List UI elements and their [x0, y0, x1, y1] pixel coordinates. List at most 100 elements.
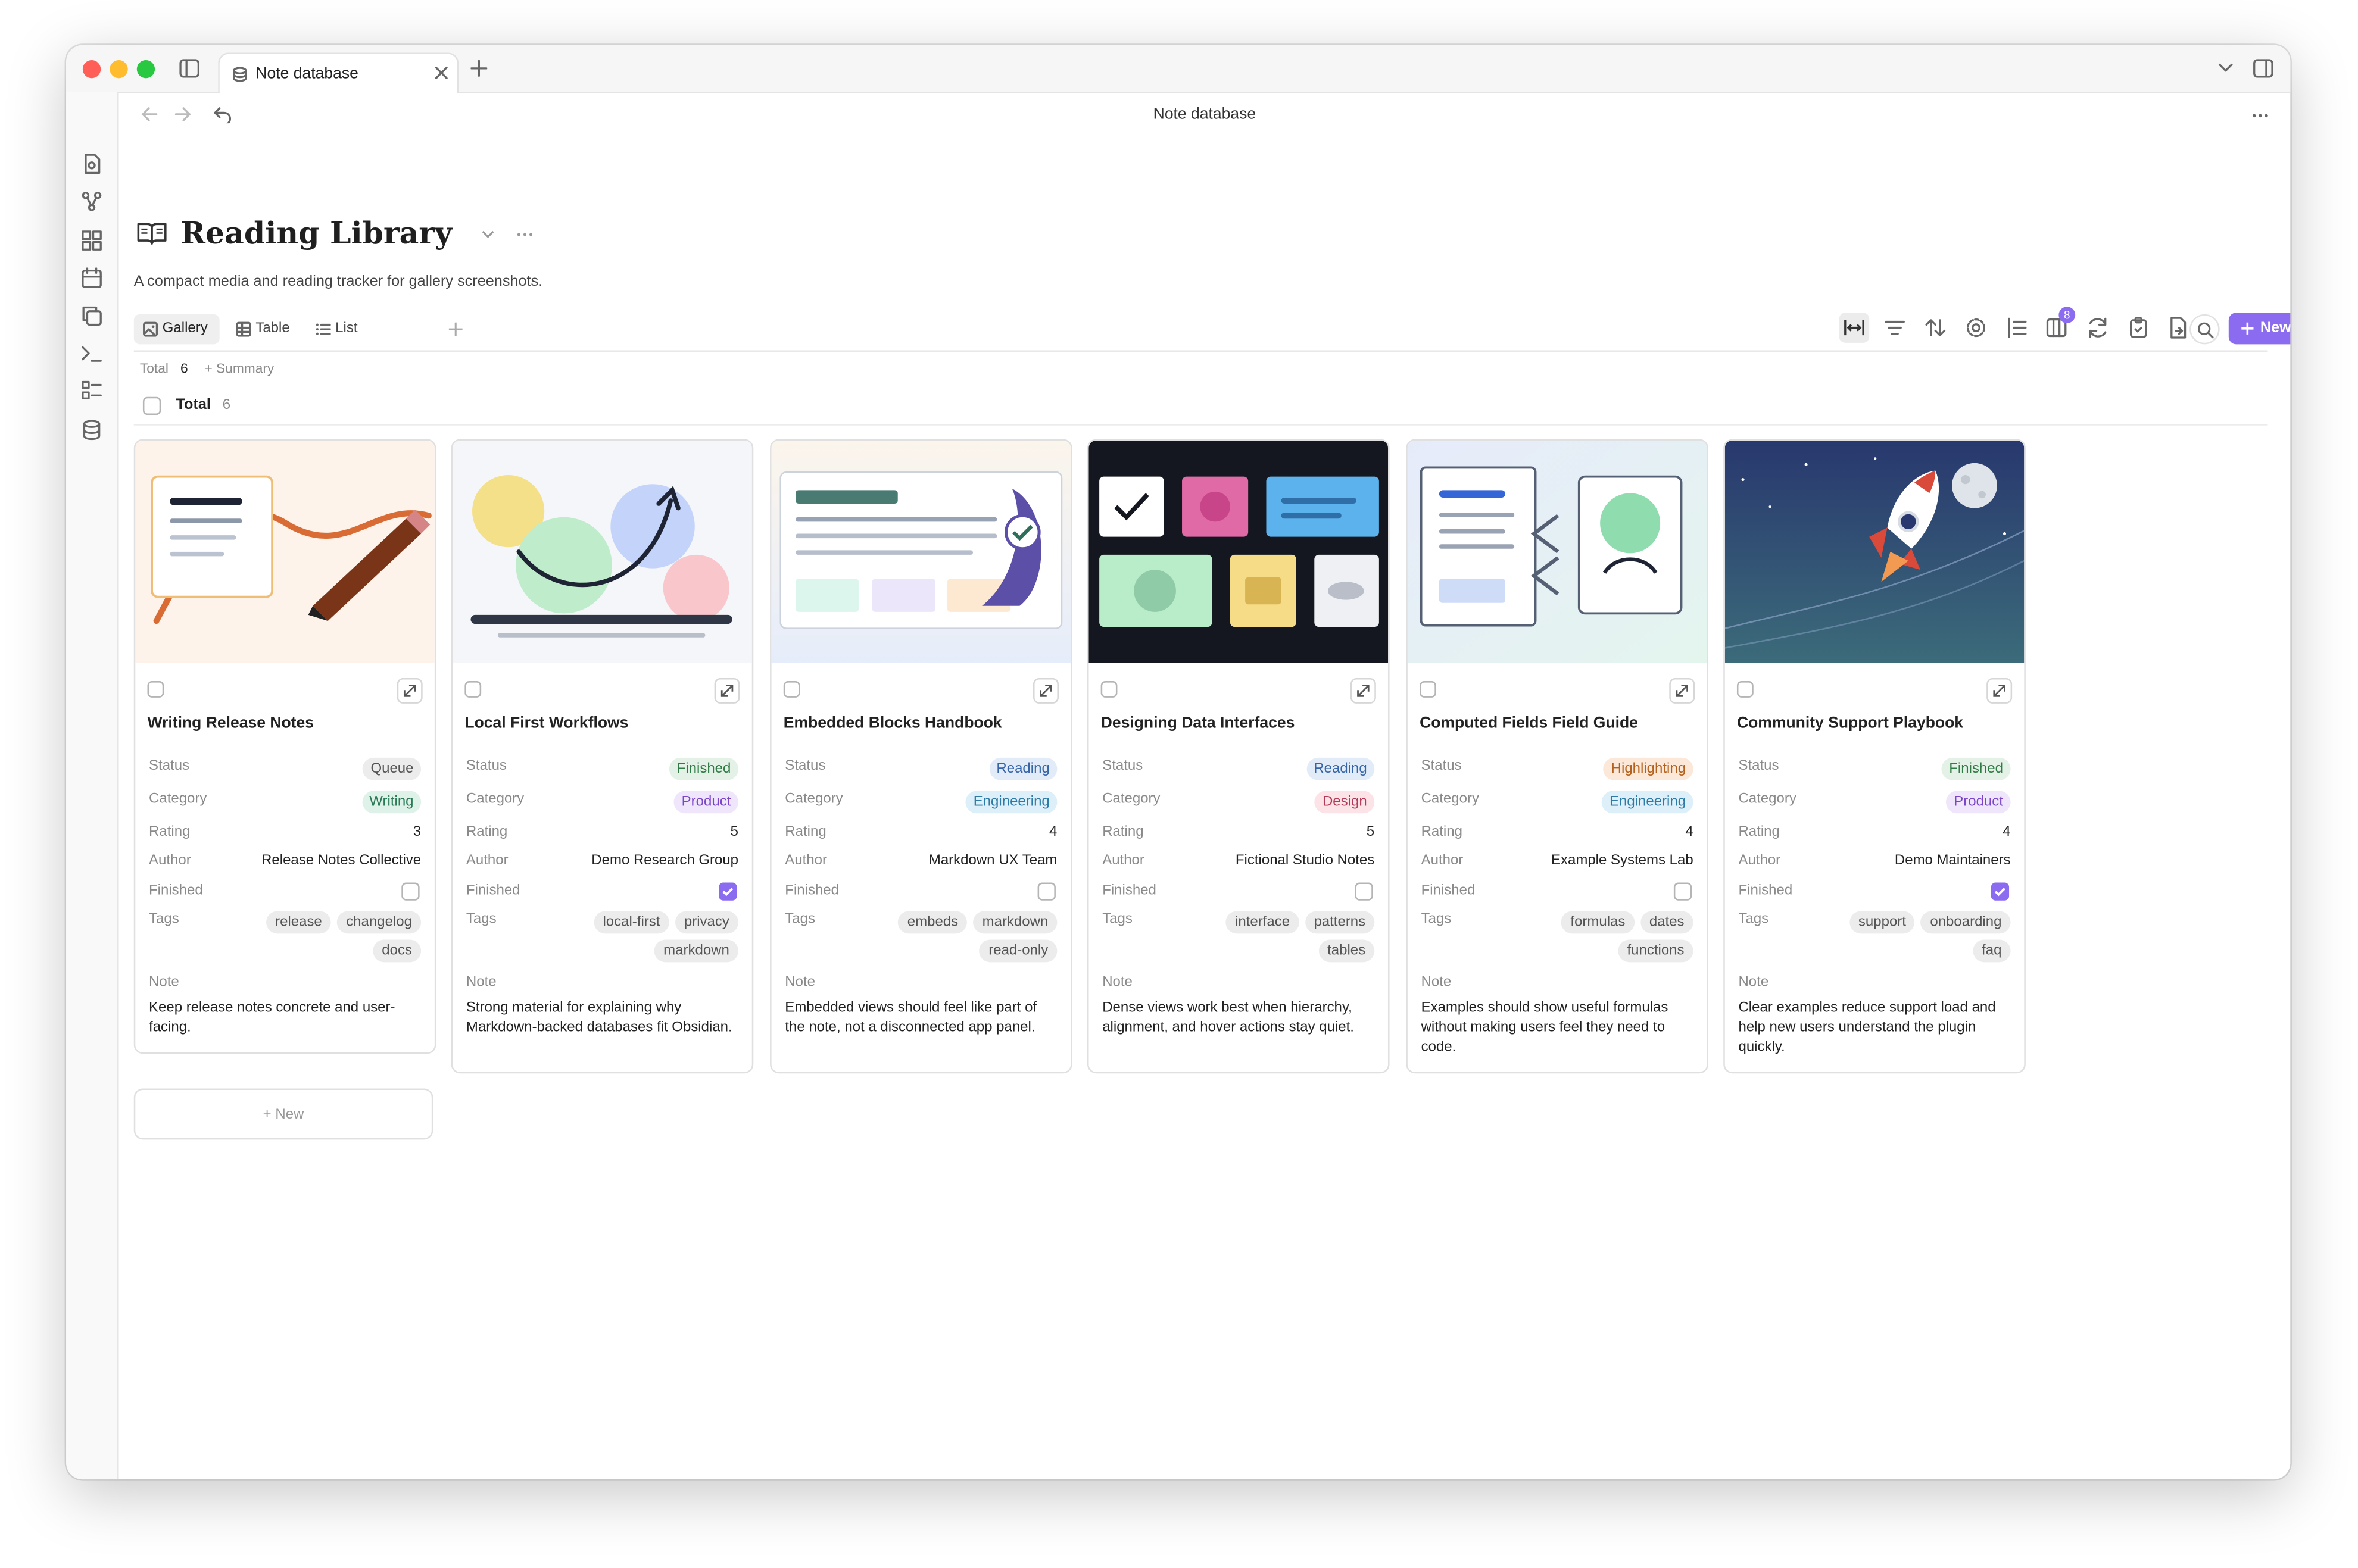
tab-table[interactable]: Table: [255, 320, 289, 337]
tag-chip[interactable]: read-only: [980, 939, 1058, 963]
right-sidebar-toggle-icon[interactable]: [2253, 58, 2273, 78]
card-title[interactable]: Designing Data Interfaces: [1101, 714, 1295, 732]
group-checkbox[interactable]: [142, 396, 161, 416]
expand-card-button[interactable]: [1033, 678, 1059, 704]
tag-chip[interactable]: embeds: [898, 911, 968, 934]
tag-chip[interactable]: interface: [1225, 911, 1299, 934]
title-chevron-down-icon[interactable]: [481, 230, 495, 239]
finished-checkbox[interactable]: [401, 882, 420, 901]
grid-icon[interactable]: [81, 230, 102, 251]
finished-checkbox[interactable]: [1037, 882, 1056, 901]
left-ribbon: [66, 92, 119, 1480]
file-search-icon[interactable]: [81, 154, 102, 174]
gallery-card[interactable]: Local First Workflows Status Finished Categ…: [451, 439, 754, 1074]
status-badge: Reading: [1306, 757, 1375, 780]
close-tab-icon[interactable]: [435, 66, 448, 80]
rating-value: 5: [730, 823, 739, 841]
tab-list[interactable]: List: [335, 320, 357, 337]
finished-checkbox[interactable]: [719, 882, 737, 901]
tag-chip[interactable]: local-first: [594, 911, 669, 934]
card-title[interactable]: Embedded Blocks Handbook: [784, 714, 1002, 732]
card-select-checkbox[interactable]: [1100, 681, 1118, 698]
expand-card-button[interactable]: [1669, 678, 1695, 704]
property-label-tags: Tags: [785, 911, 816, 928]
gallery-card[interactable]: Embedded Blocks Handbook Status Reading Cat…: [770, 439, 1072, 1074]
group-by-icon[interactable]: [2004, 316, 2028, 339]
more-options-icon[interactable]: [2251, 113, 2269, 118]
tag-chip[interactable]: faq: [1972, 939, 2011, 963]
minimize-window-button[interactable]: [110, 60, 128, 79]
card-cover-image[interactable]: [453, 440, 752, 663]
tag-chip[interactable]: patterns: [1305, 911, 1375, 934]
tag-chip[interactable]: functions: [1618, 939, 1693, 963]
terminal-icon[interactable]: [81, 343, 102, 364]
add-summary-button[interactable]: + Summary: [204, 361, 274, 376]
tag-chip[interactable]: support: [1849, 911, 1916, 934]
finished-checkbox[interactable]: [1991, 882, 2010, 901]
export-icon[interactable]: [2166, 316, 2189, 339]
card-title[interactable]: Computed Fields Field Guide: [1420, 714, 1638, 732]
calendar-icon[interactable]: [81, 267, 102, 289]
property-label-note: Note: [1738, 974, 1769, 991]
summary-total-value: 6: [180, 361, 188, 376]
tag-chip[interactable]: tables: [1318, 939, 1375, 963]
refresh-icon[interactable]: [2086, 316, 2110, 339]
author-value: Example Systems Lab: [1551, 852, 1693, 869]
expand-card-button[interactable]: [1350, 678, 1376, 704]
card-select-checkbox[interactable]: [1420, 681, 1436, 698]
property-label-note: Note: [466, 974, 497, 991]
add-view-icon[interactable]: [448, 321, 463, 336]
gallery-card[interactable]: Computed Fields Field Guide Status Highlig…: [1406, 439, 1708, 1074]
card-cover-image[interactable]: [771, 440, 1071, 663]
tag-chip[interactable]: docs: [373, 939, 422, 963]
property-label-author: Author: [785, 852, 828, 869]
tab-note-database[interactable]: Note database: [218, 52, 459, 93]
card-title[interactable]: Writing Release Notes: [147, 714, 314, 732]
expand-card-button[interactable]: [397, 678, 423, 704]
sidebar-toggle-icon[interactable]: [179, 58, 200, 78]
filter-icon[interactable]: [1883, 316, 1907, 339]
sort-icon[interactable]: [1923, 316, 1947, 339]
card-title[interactable]: Local First Workflows: [464, 714, 628, 732]
card-select-checkbox[interactable]: [147, 681, 164, 698]
tag-chip[interactable]: dates: [1640, 911, 1693, 934]
chevron-down-icon[interactable]: [2218, 63, 2233, 74]
main-pane: Note database Reading Library A compact …: [119, 92, 2291, 1479]
card-title[interactable]: Community Support Playbook: [1737, 714, 1963, 732]
add-card-button[interactable]: + New: [133, 1088, 433, 1140]
copy-icon[interactable]: [81, 305, 102, 326]
graph-icon[interactable]: [81, 191, 102, 212]
gallery-card[interactable]: Designing Data Interfaces Status Reading Ca…: [1087, 439, 1390, 1074]
card-cover-image[interactable]: [1407, 440, 1707, 663]
tag-chip[interactable]: markdown: [973, 911, 1058, 934]
fit-width-icon[interactable]: [1842, 316, 1866, 339]
expand-card-button[interactable]: [714, 678, 740, 704]
tag-chip[interactable]: release: [266, 911, 331, 934]
new-tab-icon[interactable]: [470, 60, 488, 77]
gallery-card[interactable]: Community Support Playbook Status Finished…: [1723, 439, 2026, 1074]
card-cover-image[interactable]: [1088, 440, 1389, 663]
card-select-checkbox[interactable]: [1736, 681, 1754, 698]
tag-chip[interactable]: onboarding: [1921, 911, 2011, 934]
card-select-checkbox[interactable]: [783, 681, 800, 698]
card-cover-image[interactable]: [1724, 440, 2025, 663]
database-icon[interactable]: [81, 420, 102, 441]
expand-card-button[interactable]: [1986, 678, 2013, 704]
zoom-window-button[interactable]: [136, 60, 155, 79]
checklist-icon[interactable]: [81, 380, 102, 401]
card-select-checkbox[interactable]: [464, 681, 482, 698]
tag-chip[interactable]: markdown: [654, 939, 739, 963]
tag-chip[interactable]: formulas: [1561, 911, 1635, 934]
close-window-button[interactable]: [82, 60, 101, 79]
tag-chip[interactable]: privacy: [675, 911, 739, 934]
note-text: Strong material for explaining why Markd…: [466, 999, 732, 1036]
clipboard-icon[interactable]: [2126, 316, 2150, 339]
finished-checkbox[interactable]: [1355, 882, 1373, 901]
card-cover-image[interactable]: [135, 440, 435, 663]
title-more-icon[interactable]: [516, 232, 534, 238]
gallery-card[interactable]: Writing Release Notes Status Queue Category…: [133, 439, 436, 1054]
finished-checkbox[interactable]: [1673, 882, 1692, 901]
settings-icon[interactable]: [1964, 316, 1988, 339]
tag-chip[interactable]: changelog: [337, 911, 422, 934]
tag-row: embeds markdown: [898, 911, 1058, 934]
